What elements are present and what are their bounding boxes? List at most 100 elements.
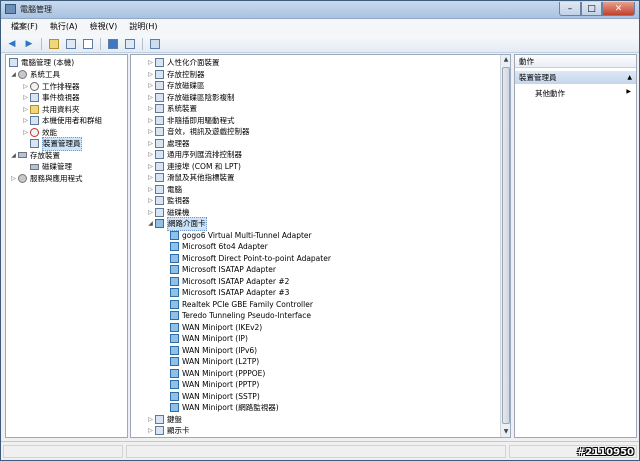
device-category[interactable]: ▷ 存放磁碟區陰影複制 <box>147 92 235 104</box>
tree-item-shared-folders[interactable]: ▷ 共用資料夾 <box>22 104 80 116</box>
scroll-thumb[interactable] <box>502 67 510 424</box>
network-adapter-icon <box>170 242 179 252</box>
vertical-scrollbar[interactable]: ▲ ▼ <box>500 55 510 437</box>
expand-arrow-icon[interactable]: ▷ <box>147 92 154 104</box>
status-bar <box>1 441 639 460</box>
show-hide-tree-icon[interactable] <box>64 37 78 51</box>
menu-view[interactable]: 檢視(V) <box>84 20 124 34</box>
clock-icon <box>30 81 39 91</box>
tree-root[interactable]: 電腦管理 (本機) <box>8 57 74 69</box>
collapse-arrow-icon[interactable]: ◢ <box>10 69 17 81</box>
minimize-button[interactable]: – <box>559 2 581 16</box>
back-arrow-icon[interactable]: ◀ <box>5 37 19 51</box>
expand-arrow-icon[interactable]: ▷ <box>147 103 154 115</box>
device-category[interactable]: ▷ 音效，視訊及遊戲控制器 <box>147 126 250 138</box>
device-category[interactable]: ▷ 人性化介面裝置 <box>147 57 220 69</box>
network-adapter-item[interactable]: Microsoft ISATAP Adapter <box>169 264 276 276</box>
device-category[interactable]: ▷ 監視器 <box>147 195 190 207</box>
network-adapter-item[interactable]: Teredo Tunneling Pseudo-Interface <box>169 310 311 322</box>
expand-arrow-icon[interactable]: ▷ <box>147 115 154 127</box>
expand-arrow-icon[interactable]: ▷ <box>147 57 154 69</box>
device-category-icon <box>155 127 164 137</box>
scroll-down-icon[interactable]: ▼ <box>501 427 510 437</box>
device-label: 存放磁碟區 <box>167 81 205 90</box>
network-adapter-item[interactable]: WAN Miniport (IPv6) <box>169 345 257 357</box>
device-category[interactable]: ▷ 顯示卡 <box>147 425 190 437</box>
expand-arrow-icon[interactable]: ▷ <box>22 92 29 104</box>
tree-storage[interactable]: ◢ 存放裝置 <box>10 150 60 162</box>
network-adapter-item[interactable]: Microsoft ISATAP Adapter #2 <box>169 276 289 288</box>
expand-arrow-icon[interactable]: ▷ <box>147 161 154 173</box>
expand-arrow-icon[interactable]: ▷ <box>22 115 29 127</box>
tree-services[interactable]: ▷ 服務與應用程式 <box>10 173 83 185</box>
collapse-arrow-icon[interactable]: ◢ <box>147 218 154 230</box>
tree-item-task-scheduler[interactable]: ▷ 工作排程器 <box>22 81 80 93</box>
tree-item-device-manager[interactable]: 裝置管理員 <box>22 137 82 151</box>
expand-arrow-icon[interactable]: ▷ <box>147 126 154 138</box>
close-button[interactable]: ✕ <box>602 2 635 16</box>
network-adapter-item[interactable]: WAN Miniport (IP) <box>169 333 248 345</box>
services-icon <box>18 173 27 183</box>
collapse-up-icon[interactable]: ▲ <box>627 71 632 84</box>
menu-help[interactable]: 說明(H) <box>123 20 163 34</box>
network-adapter-item[interactable]: Microsoft 6to4 Adapter <box>169 241 268 253</box>
device-category[interactable]: ▷ 電腦 <box>147 184 182 196</box>
device-category[interactable]: ▷ 非隨插即用驅動程式 <box>147 115 235 127</box>
device-category[interactable]: ▷ 系統裝置 <box>147 103 197 115</box>
network-adapter-item[interactable]: Microsoft Direct Point-to-point Adapater <box>169 253 331 265</box>
device-category[interactable]: ▷ 連接埠 (COM 和 LPT) <box>147 161 241 173</box>
collapse-arrow-icon[interactable]: ◢ <box>10 150 17 162</box>
device-label: 音效，視訊及遊戲控制器 <box>167 127 250 136</box>
expand-arrow-icon[interactable]: ▷ <box>22 104 29 116</box>
forward-arrow-icon[interactable]: ▶ <box>22 37 36 51</box>
network-adapter-item[interactable]: WAN Miniport (PPPOE) <box>169 368 265 380</box>
tree-item-local-users[interactable]: ▷ 本機使用者和群組 <box>22 115 102 127</box>
device-category[interactable]: ▷ 處理器 <box>147 138 190 150</box>
network-adapter-item[interactable]: WAN Miniport (IKEv2) <box>169 322 262 334</box>
expand-arrow-icon[interactable]: ▷ <box>147 80 154 92</box>
network-adapter-item[interactable]: gogo6 Virtual Multi-Tunnel Adapter <box>169 230 312 242</box>
expand-arrow-icon[interactable]: ▷ <box>147 414 154 426</box>
device-category-network[interactable]: ◢ 網路介面卡 <box>147 217 207 231</box>
tree-system-tools[interactable]: ◢ 系統工具 <box>10 69 60 81</box>
expand-arrow-icon[interactable]: ▷ <box>147 425 154 437</box>
tree-item-event-viewer[interactable]: ▷ 事件檢視器 <box>22 92 80 104</box>
expand-arrow-icon[interactable]: ▷ <box>22 127 29 139</box>
more-actions-item[interactable]: 其他動作 ▶ <box>535 88 635 99</box>
expand-arrow-icon[interactable]: ▷ <box>147 195 154 207</box>
expand-arrow-icon[interactable]: ▷ <box>10 173 17 185</box>
toolbar: ◀ ▶ <box>1 35 639 53</box>
show-action-pane-icon[interactable] <box>123 37 137 51</box>
expand-arrow-icon[interactable]: ▷ <box>147 184 154 196</box>
expand-arrow-icon[interactable]: ▷ <box>147 149 154 161</box>
network-adapter-item[interactable]: WAN Miniport (L2TP) <box>169 356 259 368</box>
scroll-up-icon[interactable]: ▲ <box>501 55 510 65</box>
expand-arrow-icon[interactable]: ▷ <box>147 69 154 81</box>
scan-hardware-icon[interactable] <box>148 37 162 51</box>
network-adapter-item[interactable]: Realtek PCIe GBE Family Controller <box>169 299 313 311</box>
computer-management-icon <box>5 4 16 14</box>
expand-arrow-icon[interactable]: ▷ <box>22 81 29 93</box>
network-adapter-item[interactable]: WAN Miniport (網路監視器) <box>169 402 279 414</box>
device-category[interactable]: ▷ 滑鼠及其他指標裝置 <box>147 172 235 184</box>
expand-arrow-icon[interactable]: ▷ <box>147 172 154 184</box>
properties-icon[interactable] <box>81 37 95 51</box>
network-adapter-item[interactable]: WAN Miniport (PPTP) <box>169 379 259 391</box>
device-category[interactable]: ▷ 存放控制器 <box>147 69 205 81</box>
menu-action[interactable]: 執行(A) <box>44 20 84 34</box>
network-adapter-item[interactable]: Microsoft ISATAP Adapter #3 <box>169 287 289 299</box>
menu-file[interactable]: 檔案(F) <box>5 20 44 34</box>
help-icon[interactable] <box>106 37 120 51</box>
expand-arrow-icon[interactable]: ▷ <box>147 138 154 150</box>
expand-arrow-icon[interactable]: ▷ <box>147 207 154 219</box>
device-category[interactable]: ▷ 鍵盤 <box>147 414 182 426</box>
up-folder-icon[interactable] <box>47 37 61 51</box>
network-adapter-item[interactable]: WAN Miniport (SSTP) <box>169 391 260 403</box>
toolbar-separator <box>41 37 42 50</box>
actions-section-device-manager[interactable]: 裝置管理員 ▲ <box>515 71 636 84</box>
tree-item-disk-management[interactable]: 磁碟管理 <box>22 161 72 173</box>
device-category[interactable]: ▷ 通用序列匯流排控制器 <box>147 149 242 161</box>
maximize-button[interactable]: □ <box>581 2 602 16</box>
device-category[interactable]: ▷ 存放磁碟區 <box>147 80 205 92</box>
tree-item-label-selected: 裝置管理員 <box>42 137 82 151</box>
